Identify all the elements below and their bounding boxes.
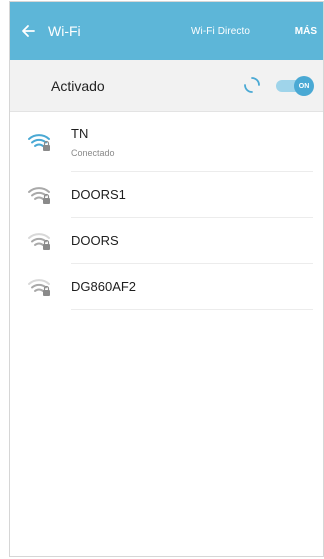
- network-status: Conectado: [71, 148, 115, 158]
- wifi-toggle-row[interactable]: Activado ON: [10, 60, 323, 112]
- wifi-switch[interactable]: ON: [276, 76, 314, 96]
- app-bar: Wi-Fi Wi-Fi Directo MÁS: [10, 2, 323, 60]
- network-item-dg860af2[interactable]: DG860AF2: [10, 264, 323, 310]
- back-arrow-icon[interactable]: [19, 22, 37, 40]
- wifi-direct-button[interactable]: Wi-Fi Directo: [191, 26, 250, 37]
- network-name: DOORS: [71, 233, 119, 248]
- wifi-lock-icon: [28, 134, 50, 151]
- wifi-toggle-label: Activado: [51, 78, 105, 94]
- more-button[interactable]: MÁS: [295, 26, 317, 37]
- network-item-doors[interactable]: DOORS: [10, 218, 323, 264]
- wifi-lock-icon: [28, 233, 50, 250]
- network-item-doors1[interactable]: DOORS1: [10, 172, 323, 218]
- network-name: DOORS1: [71, 187, 126, 202]
- wifi-settings-screen: Wi-Fi Wi-Fi Directo MÁS Activado ON TN C…: [9, 1, 324, 557]
- scanning-spinner-icon: [244, 77, 260, 93]
- wifi-lock-icon: [28, 187, 50, 204]
- network-item-tn[interactable]: TN Conectado: [10, 112, 323, 172]
- network-name: TN: [71, 126, 89, 141]
- network-name: DG860AF2: [71, 279, 137, 294]
- switch-knob: ON: [294, 76, 314, 96]
- wifi-lock-icon: [28, 279, 50, 296]
- page-title: Wi-Fi: [48, 23, 81, 39]
- divider: [71, 309, 313, 310]
